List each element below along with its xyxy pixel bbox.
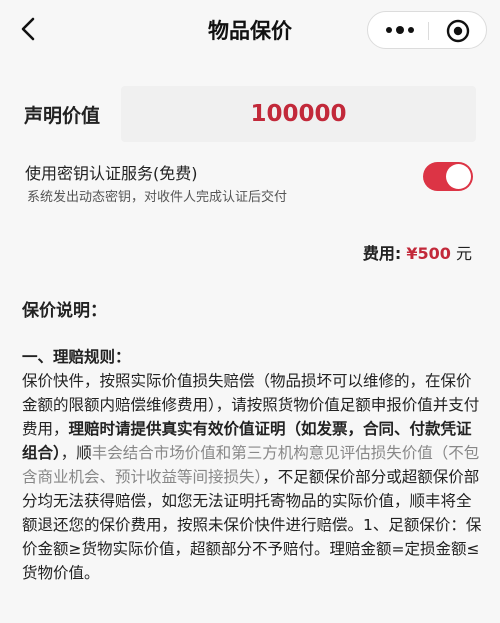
key-auth-service-title: 使用密钥认证服务(免费): [25, 164, 198, 183]
capsule-divider: [428, 22, 429, 40]
navigation-bar: 物品保价: [0, 0, 500, 60]
rules-part-3: ，顺: [60, 444, 92, 462]
fee-line: 费用: ¥500 元: [363, 240, 472, 264]
claim-rules-text: 一、理赔规则： 保价快件，按照实际价值损失赔偿（物品损坏可以维修的，在保价金额的…: [22, 345, 484, 585]
key-auth-toggle[interactable]: [423, 162, 473, 191]
toggle-knob: [446, 164, 471, 189]
fee-unit: 元: [455, 244, 472, 263]
close-target-icon[interactable]: [446, 19, 470, 43]
key-auth-service-desc: 系统发出动态密钥，对收件人完成认证后交付: [27, 190, 288, 205]
insurance-explain-title: 保价说明：: [22, 301, 107, 321]
claim-rules-heading: 一、理赔规则：: [22, 348, 131, 366]
claim-rules-body: 保价快件，按照实际价值损失赔偿（物品损坏可以维修的，在保价金额的限额内赔偿维修费…: [22, 369, 484, 585]
declared-value-label: 声明价值: [24, 105, 101, 127]
fee-amount: ¥500: [406, 244, 451, 263]
fee-label: 费用:: [362, 244, 402, 263]
more-dots-icon[interactable]: [382, 21, 418, 39]
declared-value-input[interactable]: [121, 86, 476, 142]
mini-program-capsule: [367, 11, 487, 49]
declared-value-box[interactable]: [121, 86, 476, 142]
